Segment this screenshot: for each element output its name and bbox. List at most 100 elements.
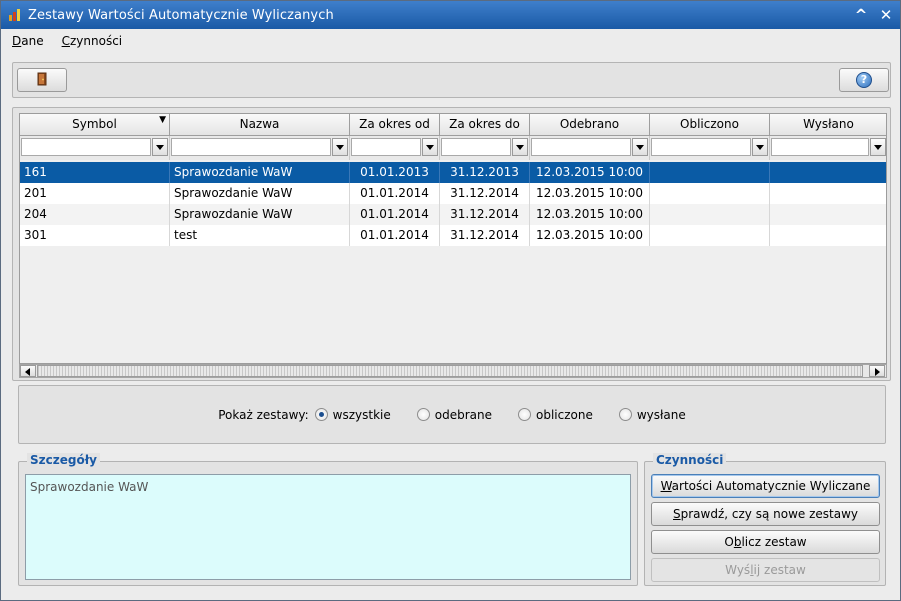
chevron-down-icon[interactable] [752, 138, 768, 156]
scroll-left-icon[interactable] [20, 365, 36, 377]
radio-checked-icon[interactable] [314, 408, 328, 421]
filter-za-okres-do[interactable] [440, 136, 530, 160]
filter-do-input[interactable] [441, 138, 511, 156]
check-new-sets-button[interactable]: Sprawdź, czy są nowe zestawy [651, 502, 880, 526]
button-label-pre: O [724, 535, 734, 549]
send-set-button[interactable]: Wyślij zestaw [651, 558, 880, 582]
filter-obliczono-input[interactable] [651, 138, 751, 156]
cell-nazwa: test [170, 225, 350, 246]
auto-values-button[interactable]: Wartości Automatycznie Wyliczane [651, 474, 880, 498]
table-row[interactable]: 201 Sprawozdanie WaW 01.01.2014 31.12.20… [20, 183, 886, 204]
filter-odebrano[interactable] [530, 136, 650, 160]
chevron-down-icon[interactable] [870, 138, 886, 156]
grid-header: Symbol ▼ Nazwa Za okres od Za okres do Od… [20, 114, 886, 136]
door-exit-icon [34, 71, 50, 90]
filter-obliczono[interactable] [650, 136, 770, 160]
exit-button[interactable] [17, 68, 67, 92]
menu-dane-mnemonic: D [12, 34, 22, 48]
table-row[interactable]: 301 test 01.01.2014 31.12.2014 12.03.201… [20, 225, 886, 246]
chevron-down-icon[interactable] [512, 138, 528, 156]
radio-wszystkie-label: wszystkie [332, 407, 391, 422]
filter-za-okres-od[interactable] [350, 136, 440, 160]
button-label-pre: Wyś [725, 563, 751, 577]
help-icon: ? [856, 72, 872, 88]
details-group: Szczegóły Sprawozdanie WaW [18, 453, 638, 586]
toolbar: ? [12, 62, 891, 98]
cell-od: 01.01.2014 [350, 204, 440, 225]
help-button[interactable]: ? [839, 68, 889, 92]
mnemonic: W [660, 479, 672, 493]
radio-obliczone[interactable]: obliczone [517, 407, 593, 422]
radio-odebrane-label: odebrane [434, 407, 492, 422]
radio-group: Pokaż zestawy: wszystkie odebrane oblicz… [19, 386, 885, 443]
filter-symbol-input[interactable] [21, 138, 151, 156]
cell-obliczono [650, 225, 770, 246]
cell-odebrano: 12.03.2015 10:00 [530, 183, 650, 204]
cell-wyslano [770, 204, 886, 225]
radio-unchecked-icon[interactable] [618, 408, 632, 421]
button-label: prawdź, czy są nowe zestawy [680, 507, 858, 521]
col-header-symbol[interactable]: Symbol ▼ [20, 114, 170, 136]
radio-wyslane[interactable]: wysłane [618, 407, 686, 422]
filter-symbol[interactable] [20, 136, 170, 160]
main-window: Zestawy Wartości Automatycznie Wyliczany… [0, 0, 901, 601]
menu-czynnosci-mnemonic: C [61, 34, 70, 48]
col-header-symbol-label: Symbol [72, 117, 117, 131]
cell-wyslano [770, 225, 886, 246]
cell-wyslano [770, 162, 886, 183]
scrollbar-thumb[interactable] [37, 365, 863, 377]
details-text-area[interactable]: Sprawozdanie WaW [25, 474, 631, 580]
chevron-down-icon[interactable] [422, 138, 438, 156]
grid-filter-row [20, 136, 886, 160]
cell-od: 01.01.2014 [350, 225, 440, 246]
title-bar[interactable]: Zestawy Wartości Automatycznie Wyliczany… [1, 1, 900, 29]
cell-do: 31.12.2013 [440, 162, 530, 183]
col-header-za-okres-od[interactable]: Za okres od [350, 114, 440, 136]
mnemonic: S [673, 507, 681, 521]
radio-odebrane[interactable]: odebrane [416, 407, 492, 422]
col-header-wyslano[interactable]: Wysłano [770, 114, 886, 136]
cell-od: 01.01.2013 [350, 162, 440, 183]
cell-od: 01.01.2014 [350, 183, 440, 204]
col-header-za-okres-do[interactable]: Za okres do [440, 114, 530, 136]
cell-obliczono [650, 204, 770, 225]
filter-wyslano-input[interactable] [771, 138, 869, 156]
cell-nazwa: Sprawozdanie WaW [170, 183, 350, 204]
radio-wyslane-label: wysłane [636, 407, 686, 422]
set-filter-panel: Pokaż zestawy: wszystkie odebrane oblicz… [18, 385, 886, 444]
col-header-nazwa[interactable]: Nazwa [170, 114, 350, 136]
menu-dane[interactable]: Dane [2, 34, 52, 48]
radio-unchecked-icon[interactable] [517, 408, 531, 421]
filter-wyslano[interactable] [770, 136, 886, 160]
radio-obliczone-label: obliczone [535, 407, 593, 422]
menu-bar: Dane Czynności [2, 29, 899, 53]
sort-desc-icon: ▼ [159, 115, 166, 125]
scroll-right-icon[interactable] [869, 365, 885, 377]
radio-wszystkie[interactable]: wszystkie [314, 407, 391, 422]
menu-czynnosci[interactable]: Czynności [52, 34, 131, 48]
chevron-down-icon[interactable] [632, 138, 648, 156]
filter-od-input[interactable] [351, 138, 421, 156]
radio-unchecked-icon[interactable] [416, 408, 430, 421]
chevron-down-icon[interactable] [332, 138, 348, 156]
cell-symbol: 301 [20, 225, 170, 246]
table-row[interactable]: 204 Sprawozdanie WaW 01.01.2014 31.12.20… [20, 204, 886, 225]
calculate-set-button[interactable]: Oblicz zestaw [651, 530, 880, 554]
cell-odebrano: 12.03.2015 10:00 [530, 204, 650, 225]
chevron-down-icon[interactable] [152, 138, 168, 156]
cell-nazwa: Sprawozdanie WaW [170, 204, 350, 225]
menu-dane-label: ane [21, 34, 44, 48]
filter-nazwa-input[interactable] [171, 138, 331, 156]
horizontal-scrollbar[interactable] [19, 364, 887, 378]
cell-do: 31.12.2014 [440, 204, 530, 225]
cell-nazwa: Sprawozdanie WaW [170, 162, 350, 183]
col-header-obliczono[interactable]: Obliczono [650, 114, 770, 136]
close-button[interactable]: ✕ [876, 5, 896, 25]
col-header-odebrano[interactable]: Odebrano [530, 114, 650, 136]
minimize-button[interactable]: ^ [851, 5, 871, 25]
filter-nazwa[interactable] [170, 136, 350, 160]
cell-do: 31.12.2014 [440, 225, 530, 246]
filter-odebrano-input[interactable] [531, 138, 631, 156]
app-icon [8, 8, 22, 22]
table-row[interactable]: 161 Sprawozdanie WaW 01.01.2013 31.12.20… [20, 162, 886, 183]
